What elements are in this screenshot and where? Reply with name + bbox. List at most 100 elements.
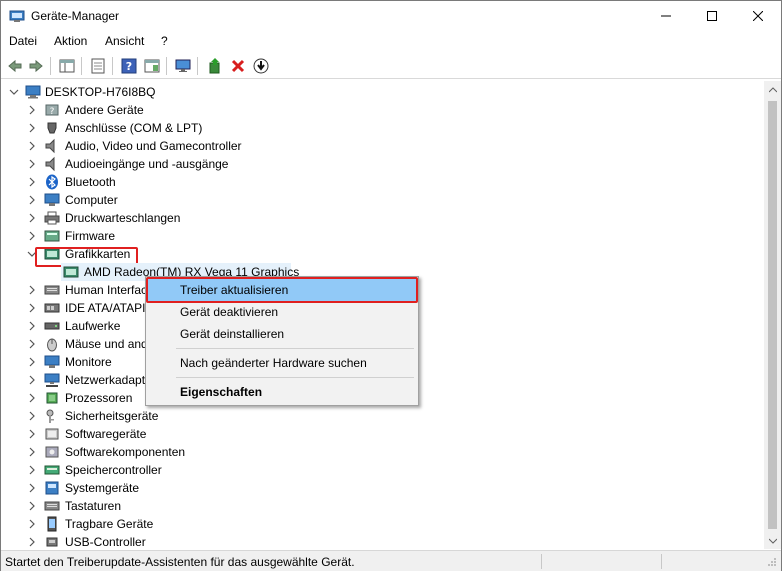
chevron-right-icon: [29, 123, 35, 133]
toolbar-separator: [50, 57, 51, 75]
monitor-scan-icon: [175, 59, 191, 72]
vertical-scrollbar[interactable]: [764, 81, 781, 549]
tree-item-tragbare-geraete[interactable]: Tragbare Geräte: [1, 515, 301, 533]
toolbar-separator: [197, 57, 198, 75]
forward-icon: [29, 59, 43, 73]
minimize-icon: [661, 15, 671, 17]
tree-item-tastaturen[interactable]: Tastaturen: [1, 497, 301, 515]
close-button[interactable]: [735, 1, 781, 31]
toolbar: ?: [1, 53, 781, 79]
menu-aktion[interactable]: Aktion: [54, 34, 87, 48]
update-driver-button[interactable]: [205, 56, 225, 76]
context-menu-properties[interactable]: Eigenschaften: [148, 381, 416, 403]
tree-item-softwarekomponenten[interactable]: Softwarekomponenten: [1, 443, 301, 461]
menu-help[interactable]: ?: [161, 34, 168, 48]
tree-item-speichercontroller[interactable]: Speichercontroller: [1, 461, 301, 479]
tree-item-label: Softwarekomponenten: [65, 445, 186, 459]
tree-item-label: Audioeingänge und -ausgänge: [65, 157, 229, 171]
tree-item-firmware[interactable]: Firmware: [1, 227, 301, 245]
tree-item-label: Druckwarteschlangen: [65, 211, 181, 225]
security-key-icon: [46, 409, 54, 423]
chevron-right-icon: [29, 375, 35, 385]
download-icon: [253, 58, 269, 74]
tree-item-computer[interactable]: Computer: [1, 191, 301, 209]
tree-item-softwaregeraete[interactable]: Softwaregeräte: [1, 425, 301, 443]
chevron-right-icon: [29, 177, 35, 187]
tree-item-andere-geraete[interactable]: ? Andere Geräte: [1, 101, 301, 119]
tree-item-druckwarteschlangen[interactable]: Druckwarteschlangen: [1, 209, 301, 227]
properties-pane-icon: [59, 59, 75, 73]
show-hide-button[interactable]: [142, 56, 162, 76]
tree-item-label: USB-Controller: [65, 535, 146, 549]
uninstall-device-button[interactable]: [228, 56, 248, 76]
tree-item-label: Firmware: [65, 229, 115, 243]
chevron-right-icon: [29, 231, 35, 241]
tree-item-label: Prozessoren: [65, 391, 133, 405]
tree-item-label: Systemgeräte: [65, 481, 140, 495]
maximize-button[interactable]: [689, 1, 735, 31]
scroll-down-button[interactable]: [764, 532, 781, 549]
chevron-right-icon: [29, 357, 35, 367]
resize-grip-icon[interactable]: [767, 557, 777, 567]
chevron-right-icon: [29, 537, 35, 547]
tree-item-label: Monitore: [65, 355, 112, 369]
context-menu-label: Nach geänderter Hardware suchen: [180, 356, 367, 370]
context-menu-label: Gerät deinstallieren: [180, 327, 285, 341]
tree-item-label: Anschlüsse (COM & LPT): [65, 121, 203, 135]
unknown-device-icon: ?: [45, 104, 59, 117]
chevron-right-icon: [29, 411, 35, 421]
console-tree-icon: [91, 58, 105, 74]
status-divider: [661, 554, 662, 569]
svg-text:?: ?: [50, 107, 55, 117]
scan-hardware-button[interactable]: [173, 56, 193, 76]
status-text: Startet den Treiberupdate-Assistenten fü…: [5, 555, 355, 569]
chevron-right-icon: [29, 195, 35, 205]
toolbar-separator: [81, 57, 82, 75]
usb-icon: [46, 537, 58, 547]
scrollbar-thumb[interactable]: [768, 101, 777, 529]
menu-datei[interactable]: Datei: [9, 34, 37, 48]
tree-item-anschluesse[interactable]: Anschlüsse (COM & LPT): [1, 119, 301, 137]
tree-item-audioeingaenge[interactable]: Audioeingänge und -ausgänge: [1, 155, 301, 173]
window-title: Geräte-Manager: [31, 9, 120, 23]
tree-root[interactable]: DESKTOP-H76I8BQ: [1, 83, 301, 101]
properties-pane-button[interactable]: [57, 56, 77, 76]
console-tree-button[interactable]: [88, 56, 108, 76]
speaker-icon: [45, 156, 55, 172]
scroll-up-button[interactable]: [764, 81, 781, 98]
chevron-right-icon: [29, 141, 35, 151]
context-menu-separator: [176, 348, 414, 349]
tree-item-audio-video[interactable]: Audio, Video und Gamecontroller: [1, 137, 301, 155]
download-button[interactable]: [251, 56, 271, 76]
back-button[interactable]: [5, 56, 25, 76]
forward-button[interactable]: [26, 56, 46, 76]
drive-icon: [44, 322, 60, 330]
minimize-button[interactable]: [643, 1, 689, 31]
tree-item-sicherheitsgeraete[interactable]: Sicherheitsgeräte: [1, 407, 301, 425]
status-bar: Startet den Treiberupdate-Assistenten fü…: [1, 550, 781, 571]
help-button[interactable]: ?: [119, 56, 139, 76]
context-menu-scan-hardware[interactable]: Nach geänderter Hardware suchen: [148, 352, 416, 374]
menu-bar: Datei Aktion Ansicht ?: [1, 31, 781, 51]
tree-item-label: Laufwerke: [65, 319, 121, 333]
tree-item-label: Tragbare Geräte: [65, 517, 154, 531]
chevron-right-icon: [29, 321, 35, 331]
uninstall-icon: [231, 59, 245, 73]
chevron-down-icon: [9, 89, 19, 95]
scroll-down-icon: [768, 538, 777, 544]
chevron-right-icon: [29, 519, 35, 529]
computer-icon: [25, 85, 41, 99]
tree-item-label: Audio, Video und Gamecontroller: [65, 139, 242, 153]
tree-item-systemgeraete[interactable]: Systemgeräte: [1, 479, 301, 497]
tree-item-label: Tastaturen: [65, 499, 122, 513]
context-menu-uninstall-device[interactable]: Gerät deinstallieren: [148, 323, 416, 345]
menu-ansicht[interactable]: Ansicht: [105, 34, 144, 48]
display-adapter-icon: [63, 266, 79, 278]
close-icon: [753, 11, 763, 21]
chevron-right-icon: [29, 447, 35, 457]
context-menu-disable-device[interactable]: Gerät deaktivieren: [148, 301, 416, 323]
tree-item-bluetooth[interactable]: Bluetooth: [1, 173, 301, 191]
storage-controller-icon: [44, 465, 60, 475]
computer-name: DESKTOP-H76I8BQ: [45, 85, 156, 99]
tree-item-usb-controller[interactable]: USB-Controller: [1, 533, 301, 549]
